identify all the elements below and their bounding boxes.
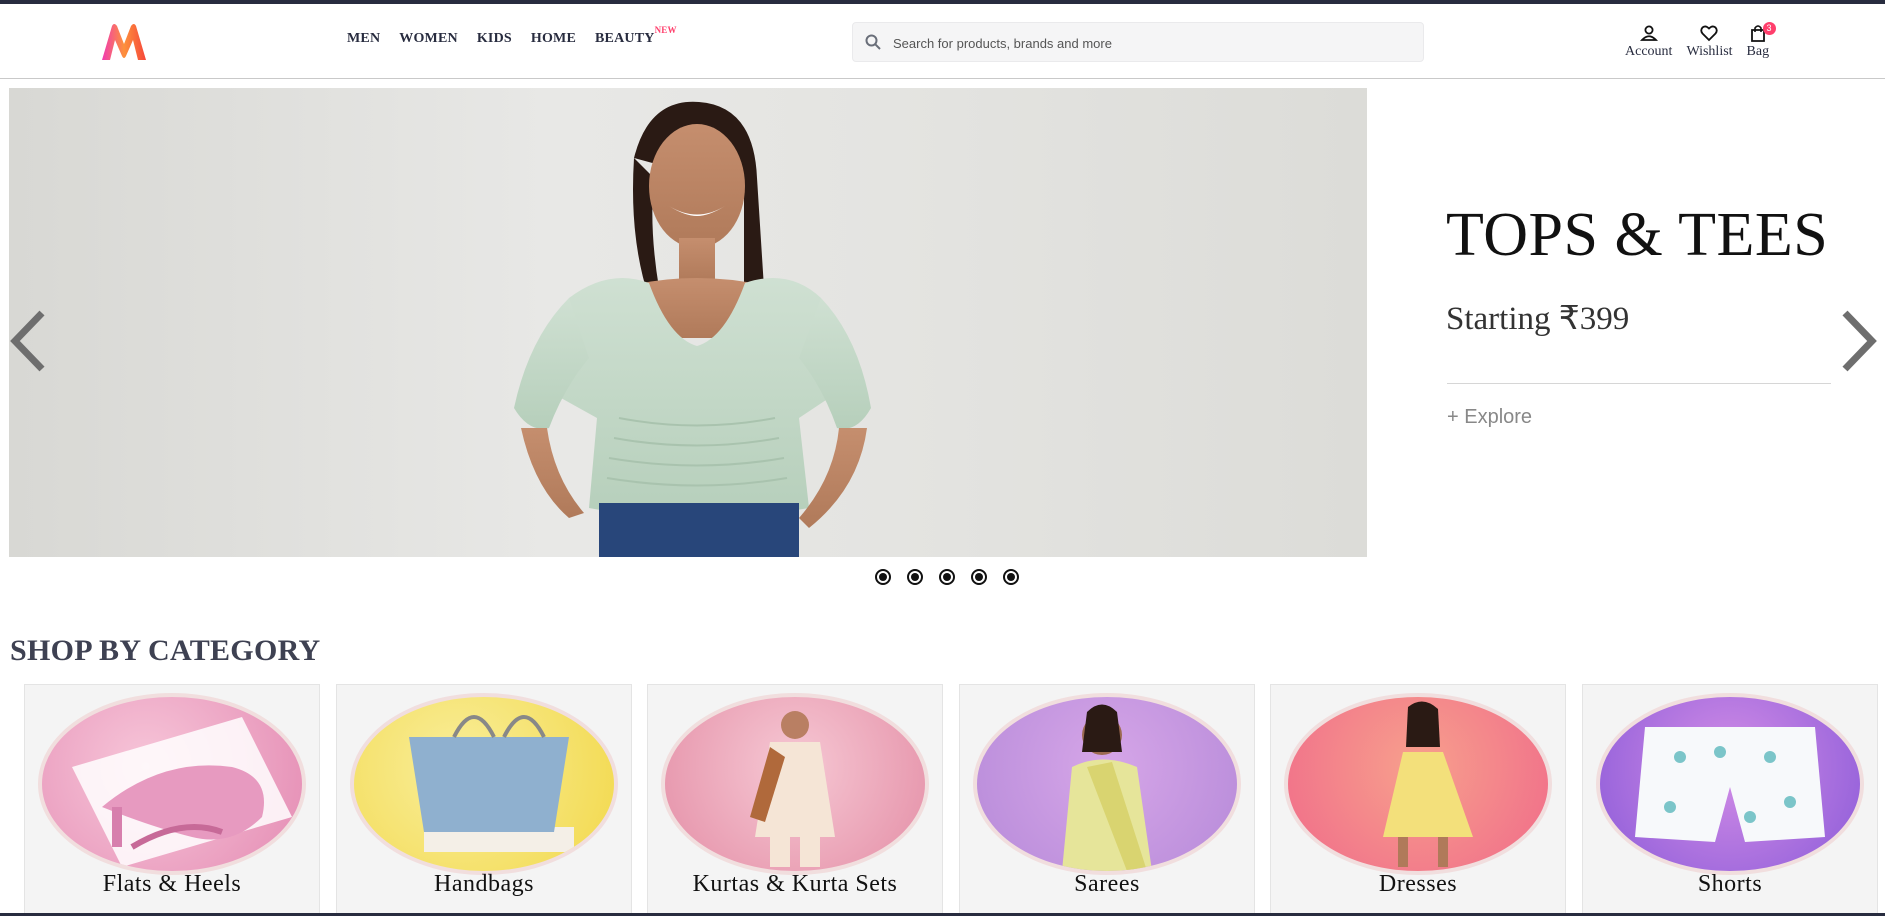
- main-nav: MEN WOMEN KIDS HOME BEAUTY NEW: [347, 25, 676, 47]
- category-label: Sarees: [1074, 871, 1140, 897]
- hero-headline: TOPS & TEES: [1446, 201, 1829, 269]
- category-label: Shorts: [1697, 871, 1763, 897]
- site-header: MEN WOMEN KIDS HOME BEAUTYNEW Account Wi…: [0, 4, 1885, 79]
- category-label: Kurtas & Kurta Sets: [692, 871, 898, 897]
- category-image: [38, 693, 306, 875]
- hero-banner-image[interactable]: [9, 88, 1367, 557]
- carousel-dot-4[interactable]: [971, 569, 987, 585]
- category-card-handbags[interactable]: Handbags: [336, 684, 632, 916]
- carousel-dot-1[interactable]: [875, 569, 891, 585]
- category-card-dresses[interactable]: Dresses: [1270, 684, 1566, 916]
- nav-women[interactable]: WOMEN: [399, 31, 458, 47]
- wishlist-label: Wishlist: [1686, 44, 1733, 59]
- chevron-right-icon: [1842, 310, 1877, 372]
- explore-link[interactable]: + Explore: [1447, 406, 1532, 429]
- search-input[interactable]: [891, 23, 1415, 63]
- hero-divider: [1447, 383, 1831, 384]
- heart-icon: [1700, 25, 1719, 42]
- nav-home[interactable]: HOME: [531, 31, 576, 47]
- chevron-left-icon: [10, 310, 45, 372]
- account-button[interactable]: Account: [1625, 24, 1672, 60]
- nav-kids[interactable]: KIDS: [477, 31, 512, 47]
- wishlist-button[interactable]: Wishlist: [1686, 24, 1733, 60]
- hero-subline: Starting ₹399: [1446, 301, 1630, 337]
- new-tag: NEW: [654, 25, 677, 35]
- nav-men[interactable]: MEN: [347, 31, 380, 47]
- category-card-sarees[interactable]: Sarees: [959, 684, 1255, 916]
- carousel-dot-5[interactable]: [1003, 569, 1019, 585]
- myntra-logo[interactable]: [100, 22, 148, 62]
- category-row: Flats & Heels Handbags Kurtas & Kurta Se…: [24, 684, 1884, 916]
- search-icon[interactable]: [865, 34, 881, 50]
- category-image: [973, 693, 1241, 875]
- carousel-dot-3[interactable]: [939, 569, 955, 585]
- category-card-flats-heels[interactable]: Flats & Heels: [24, 684, 320, 916]
- header-actions: Account Wishlist 3 Bag: [1625, 22, 1783, 60]
- category-image: [1284, 693, 1552, 875]
- category-image: [1596, 693, 1864, 875]
- category-label: Handbags: [434, 871, 534, 897]
- carousel-next-button[interactable]: [1841, 310, 1877, 377]
- search-bar: [852, 22, 1424, 63]
- carousel-dots: [875, 569, 1035, 585]
- bag-count-badge: 3: [1762, 22, 1776, 35]
- category-card-shorts[interactable]: Shorts: [1582, 684, 1878, 916]
- category-image: [661, 693, 929, 875]
- carousel-prev-button[interactable]: [10, 310, 46, 377]
- account-label: Account: [1625, 44, 1673, 59]
- category-label: Flats & Heels: [102, 871, 242, 897]
- bag-button[interactable]: 3 Bag: [1746, 22, 1776, 60]
- bag-label: Bag: [1746, 44, 1770, 59]
- carousel-dot-2[interactable]: [907, 569, 923, 585]
- shop-by-category-title: SHOP BY CATEGORY: [10, 634, 321, 667]
- user-icon: [1639, 25, 1658, 41]
- category-label: Dresses: [1378, 871, 1458, 897]
- category-card-kurtas[interactable]: Kurtas & Kurta Sets: [647, 684, 943, 916]
- category-image: [350, 693, 618, 875]
- nav-beauty[interactable]: BEAUTY NEW: [595, 25, 676, 47]
